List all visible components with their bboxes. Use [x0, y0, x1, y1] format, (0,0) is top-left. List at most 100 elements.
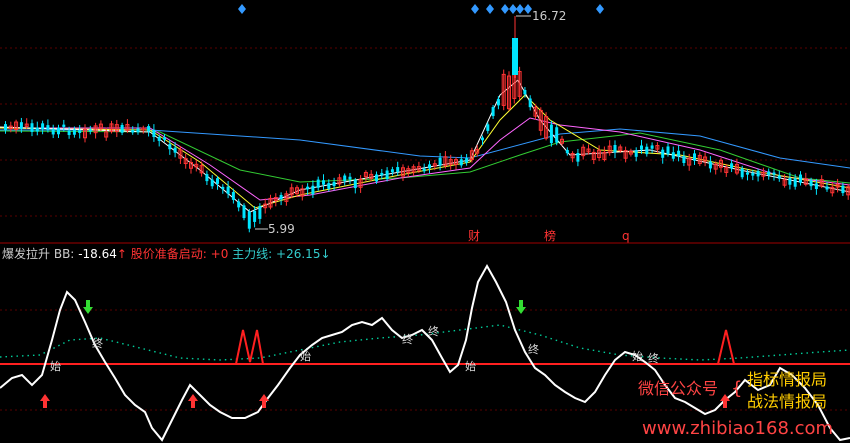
candle-body [157, 137, 161, 141]
candle-body [496, 99, 500, 106]
candle-body [242, 205, 246, 219]
candle-body [375, 174, 378, 182]
candle-body [693, 153, 696, 161]
candle-body [814, 183, 818, 190]
candle-body [438, 157, 442, 166]
candle-body [216, 178, 219, 184]
candle-body [645, 146, 649, 155]
candle-body [210, 179, 214, 187]
candle-body [512, 38, 518, 75]
candle-body [613, 144, 617, 153]
ready-label: 股价准备启动: [131, 247, 207, 261]
marker-q: q [622, 229, 630, 243]
signal-end-label: 终 [402, 332, 413, 346]
candle-body [671, 152, 675, 159]
candle-body [173, 147, 177, 153]
candle-body [316, 179, 320, 188]
main-label: 主力线: [232, 247, 272, 261]
candle-body [528, 98, 532, 108]
candle-body [793, 178, 797, 187]
candle-body [767, 171, 771, 176]
candle-body [247, 211, 251, 229]
signal-start-label: 始 [300, 349, 311, 363]
candle-body [4, 124, 7, 131]
candle-body [57, 127, 60, 135]
candle-body [396, 167, 400, 172]
candle-body [163, 137, 166, 140]
candle-body [306, 186, 310, 190]
candle-body [809, 180, 813, 187]
watermark-site: www.zhibiao168.com [642, 418, 833, 439]
candle-body [78, 130, 82, 134]
main-value: +26.15 [276, 247, 320, 261]
candle-body [131, 130, 135, 133]
candle-body [46, 125, 50, 130]
candle-body [576, 152, 580, 162]
marker-cai: 财 [468, 229, 480, 243]
watermark-wechat: 微信公众号 [638, 379, 718, 398]
bb-label: BB: [54, 247, 75, 261]
candle-body [799, 174, 802, 183]
stock-chart[interactable]: 16.72 5.99 财 榜 q 爆发拉升 BB: -18.64↑ 股价准备启动… [0, 0, 850, 443]
candle-body [772, 172, 776, 175]
candle-body [51, 129, 55, 135]
candlestick [555, 124, 559, 146]
signal-end-label: 终 [92, 336, 103, 350]
candle-body [682, 156, 686, 163]
candlestick [501, 69, 506, 111]
candle-body [549, 124, 553, 144]
signal-start-label: 始 [465, 359, 476, 373]
marker-bang: 榜 [544, 228, 556, 243]
signal-start-label: 始 [50, 359, 61, 373]
ready-value: +0 [211, 247, 229, 261]
candle-body [30, 123, 34, 132]
candle-body [751, 172, 755, 176]
candle-body [19, 122, 23, 129]
candle-body [152, 129, 156, 138]
candlestick [242, 203, 246, 221]
candle-body [343, 175, 347, 181]
candle-body [258, 206, 262, 219]
candle-body [841, 185, 845, 194]
candle-body [35, 127, 39, 132]
bb-value: -18.64 [78, 247, 117, 261]
low-price-label: 5.99 [268, 222, 295, 236]
candle-body [279, 194, 283, 200]
candle-body [237, 201, 241, 208]
svg-text:爆发拉升 BB: -18.64↑ 股价准备启动: +0: 爆发拉升 BB: -18.64↑ 股价准备启动: +0 主力线: +26.15↓ [2, 246, 331, 261]
candle-body [756, 170, 760, 177]
candle-body [708, 161, 712, 169]
main-arrow-icon: ↓ [320, 247, 330, 261]
candlestick [507, 71, 511, 111]
candle-body [565, 149, 569, 154]
candle-body [41, 123, 45, 130]
indicator-name: 爆发拉升 [2, 246, 50, 261]
signal-end-label: 终 [428, 324, 439, 338]
watermark-account-2: 战法情报局 [747, 392, 827, 411]
candle-body [67, 130, 71, 136]
candlestick [544, 112, 549, 141]
watermark-bracket-icon: { [731, 378, 742, 399]
candle-body [332, 181, 336, 187]
candle-body [788, 178, 792, 185]
candle-body [348, 176, 352, 180]
candle-body [72, 129, 76, 135]
candle-body [523, 90, 527, 95]
candlestick [549, 120, 553, 147]
candle-body [740, 168, 744, 178]
candle-body [555, 127, 559, 143]
chart-background [0, 0, 850, 443]
candle-body [353, 179, 357, 189]
high-price-label: 16.72 [532, 9, 566, 23]
candle-body [777, 175, 781, 179]
candle-body [385, 170, 389, 180]
candle-body [650, 145, 654, 149]
candlestick [517, 66, 522, 100]
candle-body [634, 150, 638, 157]
signal-end-label: 终 [648, 351, 659, 365]
candle-body [205, 174, 209, 182]
candle-body [226, 186, 230, 194]
candle-body [422, 168, 426, 172]
candle-body [428, 164, 431, 169]
signal-start-label: 始 [632, 349, 643, 363]
